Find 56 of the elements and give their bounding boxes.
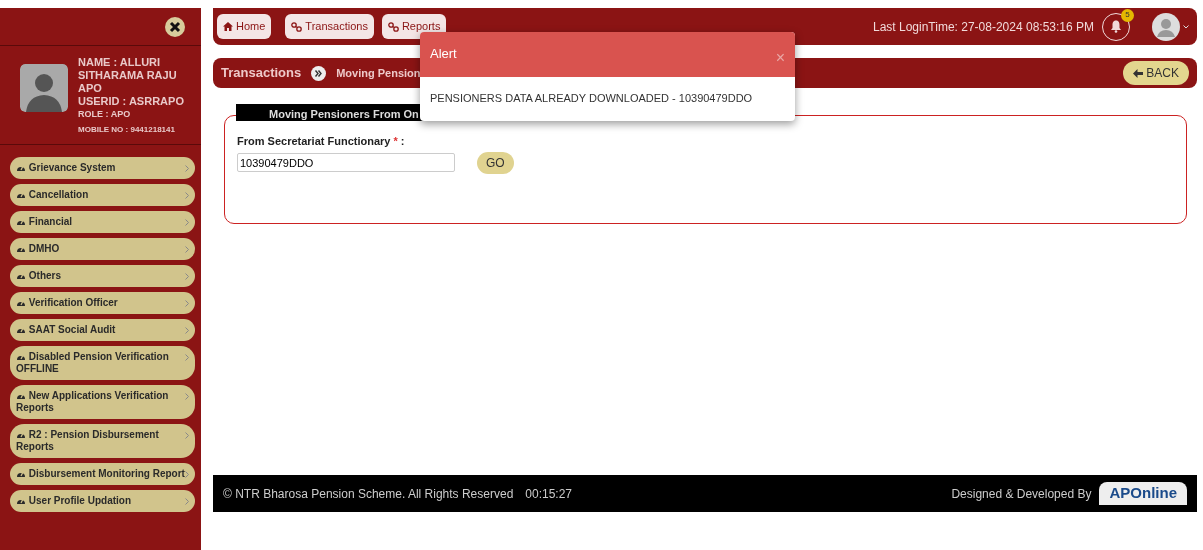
menu-item[interactable]: R2 : Pension Disbursement Reports: [10, 424, 195, 458]
notification-badge: 5: [1121, 8, 1134, 22]
caret-icon: [1183, 24, 1189, 29]
user-menu[interactable]: [1152, 12, 1189, 41]
field-label: From Secretariat Functionary * :: [237, 134, 406, 149]
session-timer: 00:15:27: [525, 485, 573, 503]
arrow-left-icon: [1132, 69, 1143, 79]
user-role: ROLE : APO: [78, 108, 132, 121]
avatar-icon: [1152, 12, 1180, 41]
menu-item[interactable]: SAAT Social Audit: [10, 319, 195, 341]
chevron-icon: [185, 353, 189, 361]
close-icon[interactable]: [165, 16, 185, 37]
credit-text: Designed & Developed By: [951, 485, 1092, 503]
menu-item[interactable]: New Applications Verification Reports: [10, 385, 195, 419]
dialog-title: Alert: [430, 45, 457, 63]
menu-item[interactable]: Cancellation: [10, 184, 195, 206]
avatar-icon: [20, 64, 68, 112]
go-button[interactable]: GO: [477, 151, 514, 174]
nav-button[interactable]: Reports: [381, 14, 447, 39]
chevron-icon: [185, 497, 189, 505]
link-icon: [291, 21, 303, 32]
input-field[interactable]: 10390479DDO: [237, 153, 455, 172]
alert-message: PENSIONERS DATA ALREADY DOWNLOADED - 10390479DDO: [429, 91, 754, 106]
chevron-icon: [185, 326, 189, 334]
breadcrumb-current: Moving Pension: [336, 65, 421, 81]
bell-icon: [1110, 20, 1122, 33]
menu-item[interactable]: Verification Officer: [10, 292, 195, 314]
user-id: USERID : ASRRAPO: [78, 95, 185, 108]
nav-button[interactable]: Home: [217, 14, 272, 39]
user-mobile: MOBILE NO : 9441218141: [78, 124, 176, 136]
menu-item[interactable]: Others: [10, 265, 195, 287]
menu-item[interactable]: User Profile Updation: [10, 490, 195, 512]
logo: APOnline: [1099, 482, 1187, 505]
user-name: NAME : ALLURI SITHARAMA RAJU APO: [78, 56, 178, 95]
chevron-icon: [185, 272, 189, 280]
chevron-icon: [185, 191, 189, 199]
copyright-text: © NTR Bharosa Pension Scheme. All Rights Reserved: [223, 485, 514, 503]
chevron-icon: [185, 245, 189, 253]
chevron-icon: [185, 299, 189, 307]
chevron-icon: [185, 431, 189, 439]
menu-item[interactable]: Grievance System: [10, 157, 195, 179]
chevron-icon: [185, 164, 189, 172]
nav-button[interactable]: Transactions: [285, 14, 374, 39]
link-icon: [387, 21, 399, 32]
menu-item[interactable]: Disabled Pension Verification OFFLINE: [10, 346, 195, 380]
chevron-icon: [185, 392, 189, 400]
menu-item[interactable]: DMHO: [10, 238, 195, 260]
last-login-text: Last LoginTime: 27-08-2024 08:53:16 PM: [872, 18, 1094, 36]
chevron-icon: [185, 470, 189, 478]
breadcrumb-link[interactable]: Transactions: [221, 63, 302, 83]
back-button[interactable]: BACK: [1122, 61, 1189, 85]
chevrons-icon: [311, 65, 327, 81]
menu-item[interactable]: Financial: [10, 211, 195, 233]
home-icon: [223, 22, 233, 31]
menu-item[interactable]: Disbursement Monitoring Report: [10, 463, 195, 485]
chevron-icon: [185, 218, 189, 226]
